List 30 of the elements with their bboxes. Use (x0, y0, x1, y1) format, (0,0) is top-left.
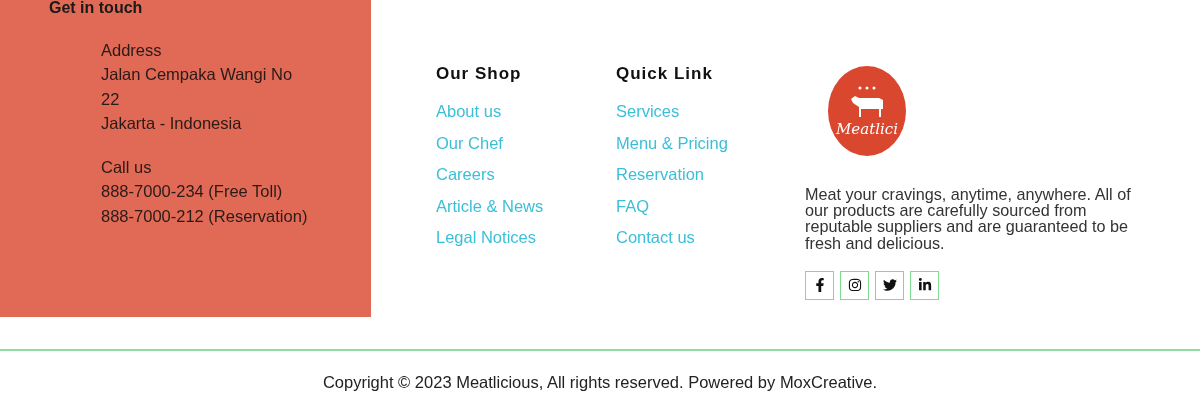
column-title: Quick Link (616, 64, 713, 84)
footer-link[interactable]: Reservation (616, 165, 705, 184)
footer-link[interactable]: Contact us (616, 228, 695, 247)
contact-line: 888-7000-212 (Reservation) (101, 205, 309, 227)
column-title: Our Shop (436, 64, 522, 84)
linkedin-icon (917, 278, 932, 293)
brand-description: Meat your cravings, anytime, anywhere. All of our products are carefully sourced from reputable suppliers and are guaranteed to be fresh and delicious. (805, 186, 1132, 251)
linkedin-button[interactable] (910, 270, 939, 300)
footer-link[interactable]: Article & News (436, 196, 544, 216)
footer-link[interactable]: Careers (436, 165, 495, 184)
instagram-button[interactable] (840, 270, 869, 300)
copyright-text: Copyright © 2023 Meatlicious, All rights reserved. Powered by MoxCreative. (321, 372, 879, 392)
logo-text: Meatlici (836, 121, 898, 137)
contact-title: Get in touch (49, 0, 144, 16)
footer-link[interactable]: Services (616, 102, 680, 121)
footer-link[interactable]: About us (436, 102, 502, 121)
instagram-icon (847, 278, 862, 293)
twitter-icon (882, 278, 897, 293)
facebook-button[interactable] (805, 270, 834, 300)
twitter-button[interactable] (875, 270, 904, 300)
contact-line: Address (101, 40, 163, 61)
contact-line: Jakarta - Indonesia (101, 112, 243, 134)
contact-line: 22 (101, 88, 121, 110)
footer-link[interactable]: FAQ (616, 196, 649, 216)
contact-line: 888-7000-234 (Free Toll) (101, 181, 284, 203)
footer-link[interactable]: Legal Notices (436, 228, 536, 247)
contact-line: Jalan Cempaka Wangi No (101, 64, 294, 86)
contact-line: Call us (101, 157, 153, 179)
footer-link[interactable]: Our Chef (436, 133, 503, 153)
footer-link[interactable]: Menu & Pricing (616, 133, 728, 153)
